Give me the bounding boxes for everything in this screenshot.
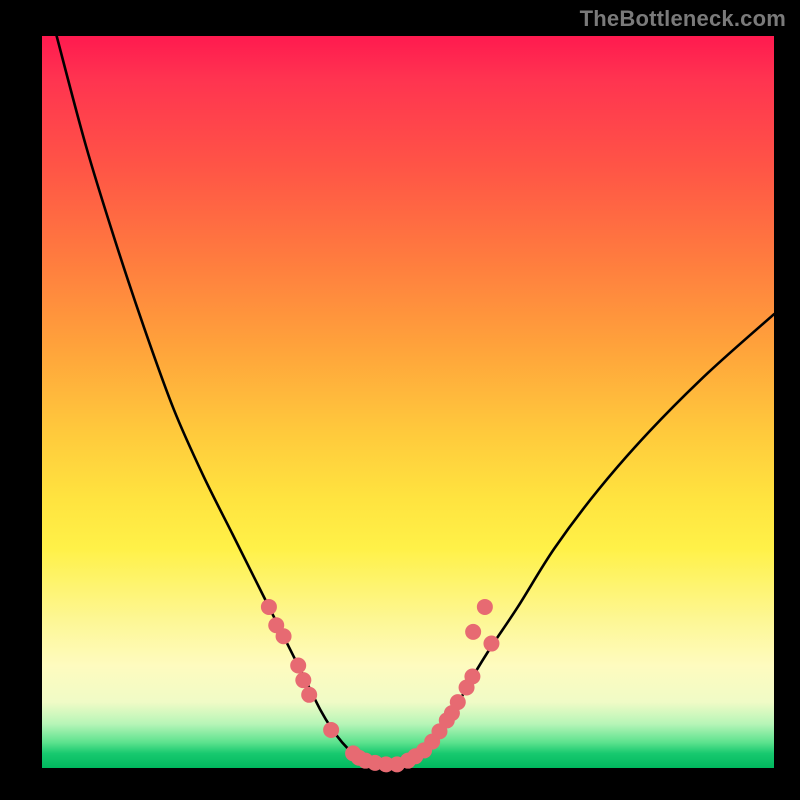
marker-dot [464, 669, 480, 685]
plot-area [42, 36, 774, 768]
marker-dot [450, 694, 466, 710]
marker-dot [261, 599, 277, 615]
chart-stage: TheBottleneck.com [0, 0, 800, 800]
watermark-text: TheBottleneck.com [580, 6, 786, 32]
marker-dot [301, 687, 317, 703]
highlighted-points [261, 599, 500, 772]
marker-dot [276, 628, 292, 644]
marker-dot [290, 658, 306, 674]
marker-dot [483, 636, 499, 652]
marker-dot [295, 672, 311, 688]
chart-svg [42, 36, 774, 768]
marker-dot [477, 599, 493, 615]
marker-dot [323, 722, 339, 738]
bottleneck-curve [57, 36, 774, 765]
marker-dot [465, 624, 481, 640]
